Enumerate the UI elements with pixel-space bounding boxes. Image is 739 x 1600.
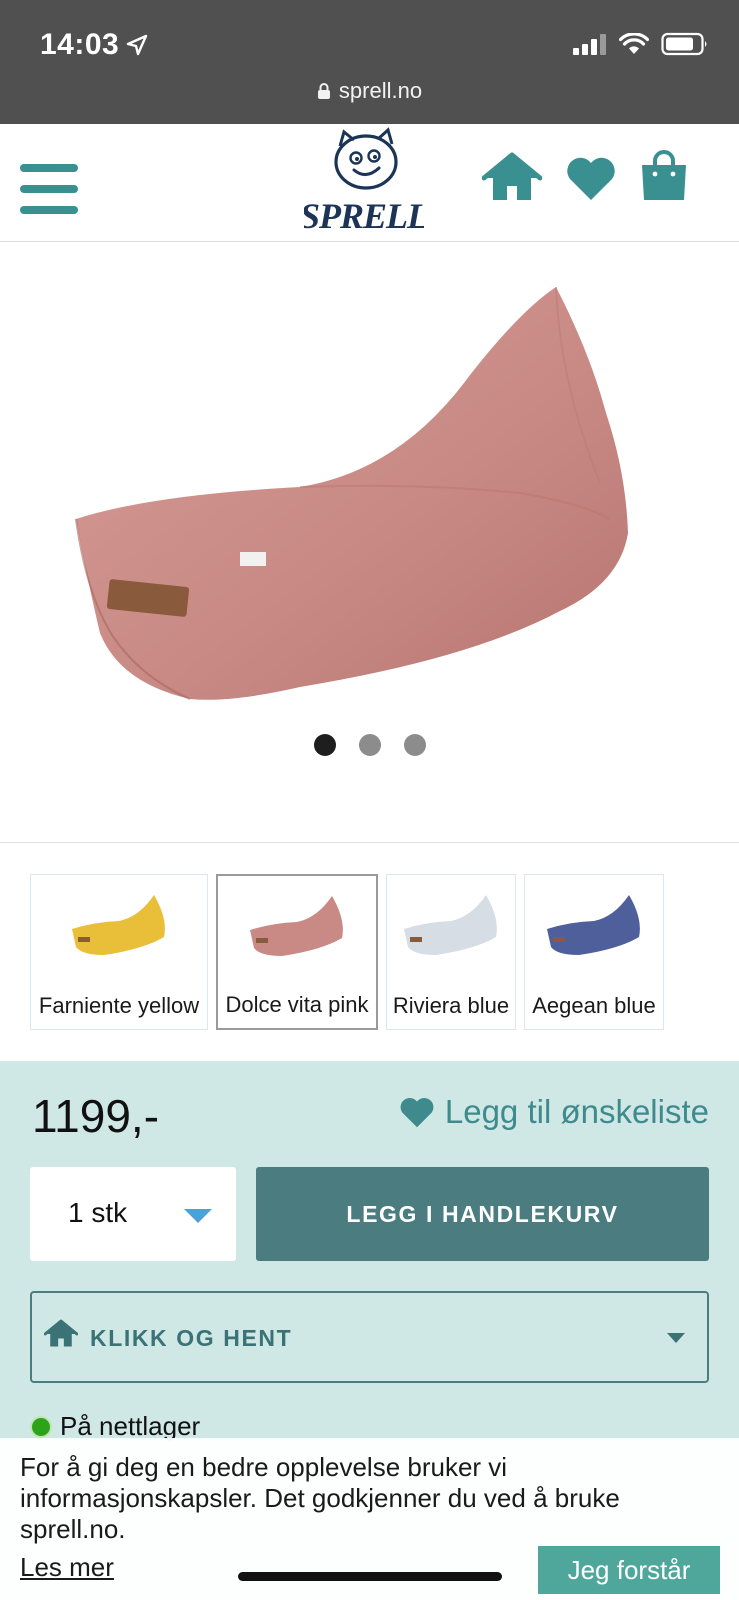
menu-button[interactable]: [20, 164, 78, 216]
menu-icon-bar: [20, 164, 78, 172]
quantity-value: 1 stk: [68, 1197, 128, 1228]
variant-thumbnail: [250, 896, 343, 956]
variant-aegean-blue[interactable]: Aegean blue: [524, 874, 664, 1030]
shopping-bag-icon[interactable]: [640, 150, 688, 202]
variant-thumbnail: [547, 895, 640, 955]
variant-riviera-blue[interactable]: Riviera blue: [386, 874, 516, 1030]
sprell-logo[interactable]: SPRELL: [304, 126, 424, 240]
gallery-pagination: [0, 734, 739, 756]
heart-icon[interactable]: [565, 154, 617, 202]
battery-icon: [661, 32, 707, 56]
site-header: SPRELL: [0, 124, 739, 242]
variant-thumbnail: [72, 895, 165, 955]
variant-label: Aegean blue: [532, 993, 656, 1018]
variant-label: Riviera blue: [392, 993, 510, 1018]
location-arrow-icon: [126, 34, 148, 56]
wifi-icon: [619, 33, 649, 54]
accept-cookies-button[interactable]: Jeg forstår: [538, 1546, 720, 1594]
chevron-down-icon: [184, 1209, 212, 1223]
in-stock-indicator-icon: [32, 1417, 50, 1436]
lock-icon: [317, 83, 330, 99]
heart-icon: [400, 1098, 434, 1128]
home-indicator[interactable]: [238, 1572, 502, 1581]
variant-label: Dolce vita pink: [225, 992, 369, 1017]
home-icon[interactable]: [482, 152, 542, 204]
logo-text: SPRELL: [304, 196, 424, 236]
variant-farniente-yellow[interactable]: Farniente yellow: [30, 874, 208, 1030]
wishlist-label: Legg til ønskeliste: [444, 1093, 709, 1130]
gallery-dot-2[interactable]: [358, 734, 381, 756]
variant-label: Farniente yellow: [38, 993, 200, 1018]
gallery-dot-3[interactable]: [403, 734, 426, 756]
address-bar[interactable]: sprell.no: [0, 78, 739, 104]
cookie-message: For å gi deg en bedre opplevelse bruker …: [20, 1452, 620, 1544]
status-indicators: [573, 32, 709, 56]
chevron-down-icon: [667, 1333, 685, 1343]
gallery-dot-1[interactable]: [313, 734, 336, 756]
product-image[interactable]: [0, 263, 739, 743]
variant-dolce-vita-pink[interactable]: Dolce vita pink: [216, 874, 378, 1030]
click-and-collect-label: KLIKK OG HENT: [90, 1325, 293, 1351]
read-more-link[interactable]: Les mer: [20, 1552, 114, 1583]
signal-icon: [573, 34, 606, 55]
variant-selector: Farniente yellow Dolce vita pink Riviera…: [30, 874, 664, 1030]
menu-icon-bar: [20, 206, 78, 214]
product-price: 1199,-: [32, 1090, 160, 1142]
status-bar: 14:03 sprell.no: [0, 0, 739, 124]
click-and-collect-dropdown[interactable]: KLIKK OG HENT: [30, 1291, 709, 1383]
variant-thumbnail: [404, 895, 497, 955]
home-icon: [44, 1319, 78, 1347]
status-time: 14:03: [40, 28, 120, 61]
add-to-cart-button[interactable]: LEGG I HANDLEKURV: [256, 1167, 709, 1261]
add-to-wishlist-link[interactable]: Legg til ønskeliste: [399, 1093, 709, 1131]
address-url: sprell.no: [338, 78, 423, 103]
menu-icon-bar: [20, 185, 78, 193]
quantity-select[interactable]: 1 stk: [30, 1167, 236, 1261]
